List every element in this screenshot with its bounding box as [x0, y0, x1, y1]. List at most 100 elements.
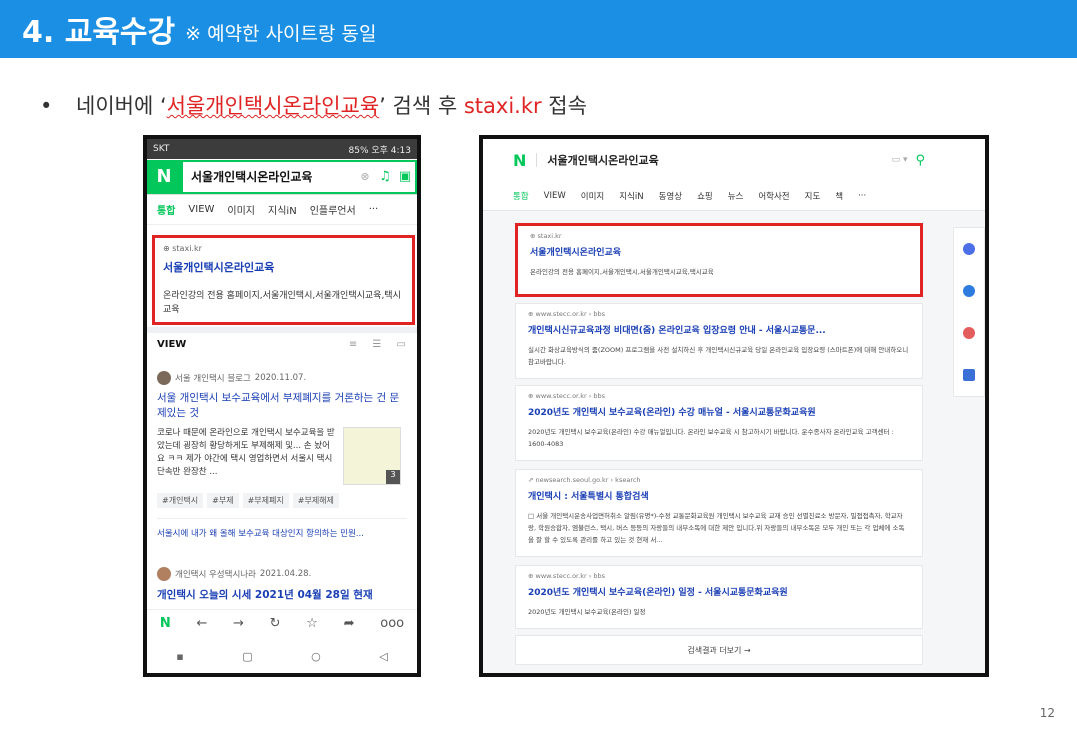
desktop-tabs: 통합 VIEW 이미지 지식iN 동영상 쇼핑 뉴스 어학사전 지도 책 ···	[483, 181, 985, 211]
more-results-button[interactable]: 검색결과 더보기 →	[515, 635, 923, 665]
blog-date: 2021.04.28.	[259, 569, 312, 579]
result-desc: 온라인강의 전용 홈페이지,서울개인택시,서울개인택시교육,택시교육	[530, 268, 714, 276]
home-nav-button[interactable]: ○	[311, 650, 321, 663]
browser-icon[interactable]	[963, 243, 975, 255]
result-desc: □ 서울 개인택시운송사업면허취소 알림(유명*)-수정 교통문화교육원 개인택…	[528, 512, 905, 544]
bookmark-button[interactable]: ☆	[306, 616, 318, 631]
back-nav-button[interactable]: ◁	[379, 650, 387, 663]
search-result[interactable]: ⊕ www.stecc.or.kr › bbs 2020년도 개인택시 보수교육…	[515, 385, 923, 461]
overview-button[interactable]: ▢	[242, 650, 252, 663]
blog-author[interactable]: 개인택시 우성택시나라	[175, 568, 256, 580]
tab-dictionary[interactable]: 어학사전	[758, 190, 789, 202]
result-title[interactable]: 서울개인택시온라인교육	[163, 259, 404, 275]
back-button[interactable]: ←	[196, 616, 207, 631]
refresh-button[interactable]: ↻	[270, 616, 281, 631]
result-site-text: www.stecc.or.kr › bbs	[535, 572, 606, 580]
tab-kin[interactable]: 지식iN	[619, 190, 643, 202]
result-site: ⊕ www.stecc.or.kr › bbs	[528, 392, 606, 400]
result-desc: 2020년도 개인택시 보수교육(온라인) 수강 매뉴얼입니다. 온라인 보수교…	[528, 428, 894, 448]
result-title[interactable]: 서울개인택시온라인교육	[530, 245, 908, 258]
tab-integrated[interactable]: 통합	[513, 190, 529, 202]
tag[interactable]: #부제	[207, 493, 239, 508]
blog-thumbnail[interactable]: 3	[343, 427, 401, 485]
blog-post[interactable]: 서울 개인택시 블로그 2020.11.07. 서울 개인택시 보수교육에서 부…	[157, 371, 407, 539]
forward-button[interactable]: →	[233, 616, 244, 631]
instruction-suffix: 접속	[541, 94, 587, 118]
tab-more[interactable]: ···	[858, 191, 866, 201]
search-query: 서울개인택시온라인교육	[191, 170, 313, 184]
blog-meta: 서울 개인택시 블로그 2020.11.07.	[157, 371, 407, 385]
tag[interactable]: #부제해제	[292, 493, 339, 508]
blog-title[interactable]: 서울 개인택시 보수교육에서 부제폐지를 거론하는 건 문제있는 것	[157, 391, 407, 421]
blog-author[interactable]: 서울 개인택시 블로그	[175, 372, 251, 384]
search-result[interactable]: ⇗ newsearch.seoul.go.kr › ksearch 개인택시 :…	[515, 469, 923, 557]
avatar	[157, 371, 171, 385]
tab-more[interactable]: ···	[369, 204, 379, 215]
location-icon[interactable]	[963, 285, 975, 297]
recent-apps-button[interactable]: ▪	[176, 650, 183, 663]
share-button[interactable]: ➦	[344, 616, 355, 631]
result-site: ⊕ www.stecc.or.kr › bbs	[528, 310, 606, 318]
mobile-search-input[interactable]: 서울개인택시온라인교육 ⊗ ♫ ▣	[181, 159, 417, 194]
search-result[interactable]: ⊕ www.stecc.or.kr › bbs 개인택시신규교육과정 비대면(줌…	[515, 303, 923, 379]
browser-toolbar: N ← → ↻ ☆ ➦ ooo	[147, 609, 417, 637]
search-icon[interactable]: ⚲	[915, 153, 925, 168]
target-url: staxi.kr	[463, 94, 542, 118]
instruction-prefix: 네이버에 ‘	[76, 94, 167, 118]
blog-tags: #개인택시 #부제 #부제폐지 #부제해제	[157, 493, 407, 508]
blog-post[interactable]: 개인택시 우성택시나라 2021.04.28. 개인택시 오늘의 시세 2021…	[157, 567, 407, 602]
blog-meta: 개인택시 우성택시나라 2021.04.28.	[157, 567, 407, 581]
result-site-text: staxi.kr	[172, 244, 202, 253]
desktop-search-input[interactable]: 서울개인택시온라인교육	[547, 152, 891, 168]
lens-icon[interactable]: ▣	[395, 169, 415, 184]
naver-logo[interactable]: N	[147, 159, 181, 194]
tab-news[interactable]: 뉴스	[728, 190, 744, 202]
search-keyword: 서울개인택시온라인교육	[166, 94, 380, 118]
tab-images[interactable]: 이미지	[227, 202, 255, 217]
tab-influencer[interactable]: 인플루언서	[310, 202, 356, 217]
tab-images[interactable]: 이미지	[581, 190, 604, 202]
mobile-search-bar: N 서울개인택시온라인교육 ⊗ ♫ ▣	[147, 159, 417, 195]
naver-logo[interactable]: N	[513, 151, 526, 170]
mic-icon[interactable]: ♫	[375, 169, 395, 184]
view-layout-icons[interactable]: ≡ ☰ ▭	[349, 339, 412, 350]
related-link[interactable]: 서울시에 내가 왜 올해 보수교육 대상인지 항의하는 민원...	[157, 518, 407, 539]
result-title[interactable]: 2020년도 개인택시 보수교육(온라인) 수강 매뉴얼 - 서울시교통문화교육…	[528, 405, 910, 418]
tab-shopping[interactable]: 쇼핑	[697, 190, 713, 202]
page-title: 4. 교육수강	[22, 15, 176, 50]
quiz-icon[interactable]	[963, 327, 975, 339]
result-title[interactable]: 개인택시신규교육과정 비대면(줌) 온라인교육 입장요령 안내 - 서울시교통문…	[528, 323, 910, 336]
result-site: ⊕ staxi.kr	[163, 244, 202, 253]
keyboard-icon[interactable]: ▭ ▾	[892, 155, 908, 165]
close-icon[interactable]: ⊗	[355, 170, 375, 183]
result-site: ⊕ staxi.kr	[530, 232, 562, 240]
mobile-tabs: 통합 VIEW 이미지 지식iN 인플루언서 ···	[147, 195, 417, 225]
tab-view[interactable]: VIEW	[544, 191, 566, 201]
result-site: ⇗ newsearch.seoul.go.kr › ksearch	[528, 476, 641, 484]
result-title[interactable]: 개인택시 : 서울특별시 통합검색	[528, 489, 910, 502]
tab-view[interactable]: VIEW	[188, 204, 214, 215]
search-result[interactable]: ⊕ www.stecc.or.kr › bbs 2020년도 개인택시 보수교육…	[515, 565, 923, 629]
tab-integrated[interactable]: 통합	[157, 202, 175, 217]
status-bar: SKT 85% 오후 4:13	[147, 139, 417, 159]
tab-map[interactable]: 지도	[805, 190, 821, 202]
result-site-text: www.stecc.or.kr › bbs	[535, 310, 606, 318]
blog-title[interactable]: 개인택시 오늘의 시세 2021년 04월 28일 현재	[157, 587, 407, 602]
mobile-screenshot: SKT 85% 오후 4:13 N 서울개인택시온라인교육 ⊗ ♫ ▣ 통합 V…	[143, 135, 421, 677]
tab-kin[interactable]: 지식iN	[268, 202, 297, 217]
highlighted-result[interactable]: ⊕ staxi.kr 서울개인택시온라인교육 온라인강의 전용 홈페이지,서울개…	[152, 235, 415, 325]
blog-date: 2020.11.07.	[254, 373, 307, 383]
home-button[interactable]: N	[160, 616, 171, 631]
more-button[interactable]: ooo	[380, 616, 404, 631]
tag[interactable]: #개인택시	[157, 493, 204, 508]
desktop-search-header: N 서울개인택시온라인교육 ▭ ▾ ⚲	[483, 139, 985, 181]
result-site-text: staxi.kr	[537, 232, 562, 240]
view-label: VIEW	[157, 339, 187, 350]
result-desc: 2020년도 개인택시 보수교육(온라인) 일정	[528, 608, 646, 616]
medical-icon[interactable]	[963, 369, 975, 381]
tab-video[interactable]: 동영상	[659, 190, 682, 202]
highlighted-result[interactable]: ⊕ staxi.kr 서울개인택시온라인교육 온라인강의 전용 홈페이지,서울개…	[515, 223, 923, 297]
result-title[interactable]: 2020년도 개인택시 보수교육(온라인) 일정 - 서울시교통문화교육원	[528, 585, 910, 598]
tab-books[interactable]: 책	[835, 190, 843, 202]
tag[interactable]: #부제폐지	[242, 493, 289, 508]
